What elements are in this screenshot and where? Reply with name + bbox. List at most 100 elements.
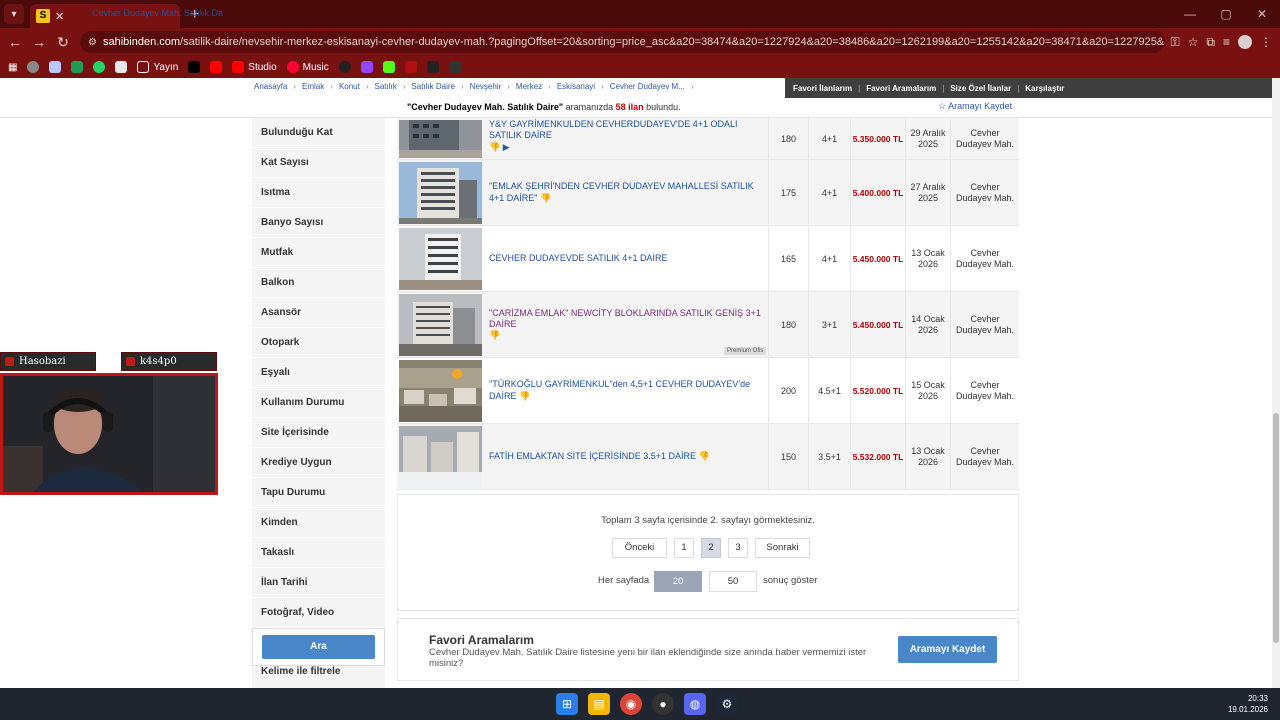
- maximize-icon[interactable]: ▢: [1208, 0, 1244, 28]
- bookmark-twitch-icon[interactable]: [360, 61, 373, 73]
- special-listings-link[interactable]: Size Özel İlanlar: [950, 84, 1011, 93]
- favorite-searches-link[interactable]: Favori Aramalarım: [866, 84, 936, 93]
- forward-icon[interactable]: →: [27, 34, 51, 50]
- scrollbar-thumb[interactable]: [1273, 413, 1279, 643]
- filter-usage-status[interactable]: Kullanım Durumu: [252, 388, 385, 418]
- prev-page-button[interactable]: Önceki: [612, 538, 667, 558]
- back-icon[interactable]: ←: [3, 34, 27, 50]
- listing-title[interactable]: "TÜRKOĞLU GAYRİMENKUL"den 4,5+1 CEVHER D…: [489, 358, 764, 423]
- save-search-link[interactable]: ☆ Aramayı Kaydet: [938, 101, 1012, 112]
- file-explorer-icon[interactable]: ▤: [588, 693, 610, 715]
- reading-list-icon[interactable]: ≡: [1223, 35, 1230, 49]
- address-bar[interactable]: ⚙ sahibinden.com/satilik-daire/nevsehir-…: [80, 31, 1165, 53]
- per-page-20-button[interactable]: 20: [654, 571, 702, 592]
- bookmark-dark-icon[interactable]: [448, 61, 461, 73]
- filter-floor[interactable]: Bulunduğu Kat: [252, 118, 385, 148]
- filter-in-complex[interactable]: Site İçerisinde: [252, 418, 385, 448]
- bookmark-github-icon[interactable]: [338, 61, 351, 73]
- breadcrumb-item[interactable]: Satılık: [375, 82, 397, 91]
- listing-title[interactable]: "EMLAK ŞEHRİ'NDEN CEVHER DUDAYEV MAHALLE…: [489, 160, 764, 225]
- breadcrumb-item[interactable]: Cevher Dudayev M...: [610, 82, 685, 91]
- listing-title[interactable]: Y&Y GAYRİMENKULDEN CEVHERDUDAYEV'DE 4+1 …: [489, 118, 764, 159]
- listing-row[interactable]: FATİH EMLAKTAN SİTE İÇERİSİNDE 3.5+1 DAİ…: [397, 424, 1019, 490]
- steam-icon[interactable]: ⚙: [716, 693, 738, 715]
- listing-photo[interactable]: [399, 360, 482, 422]
- next-page-button[interactable]: Sonraki: [755, 538, 810, 558]
- filter-parking[interactable]: Otopark: [252, 328, 385, 358]
- bookmark-studio[interactable]: Studio: [232, 61, 277, 73]
- bookmark-red-icon[interactable]: [404, 61, 417, 73]
- start-icon[interactable]: ⊞: [556, 693, 578, 715]
- listing-row[interactable]: "CARİZMA EMLAK" NEWCİTY BLOKLARINDA SATI…: [397, 292, 1019, 358]
- listing-row[interactable]: "EMLAK ŞEHRİ'NDEN CEVHER DUDAYEV MAHALLE…: [397, 160, 1019, 226]
- search-button[interactable]: Ara: [262, 635, 375, 659]
- filter-photo-video[interactable]: Fotoğraf, Video: [252, 598, 385, 628]
- minimize-icon[interactable]: —: [1172, 0, 1208, 28]
- tab-search-icon[interactable]: ▾: [4, 4, 24, 24]
- filter-kitchen[interactable]: Mutfak: [252, 238, 385, 268]
- filter-balcony[interactable]: Balkon: [252, 268, 385, 298]
- discord-icon[interactable]: ◍: [684, 693, 706, 715]
- bookmark-youtube-icon[interactable]: [210, 61, 223, 73]
- favorite-listings-link[interactable]: Favori İlanlarım: [793, 84, 852, 93]
- taskbar-clock[interactable]: 20:33 19.01.2026: [1228, 693, 1268, 715]
- breadcrumb-item[interactable]: Anasayfa: [254, 82, 287, 91]
- page-3-button[interactable]: 3: [728, 538, 748, 558]
- bookmark-gemini-icon[interactable]: [49, 61, 62, 73]
- filter-deed-status[interactable]: Tapu Durumu: [252, 478, 385, 508]
- listing-photo[interactable]: [399, 162, 482, 224]
- filter-from-whom[interactable]: Kimden: [252, 508, 385, 538]
- page-scrollbar[interactable]: [1272, 78, 1280, 688]
- chrome-icon[interactable]: ◉: [620, 693, 642, 715]
- compare-link[interactable]: Karşılaştır: [1025, 84, 1064, 93]
- filter-bathroom-count[interactable]: Banyo Sayısı: [252, 208, 385, 238]
- apps-grid-icon[interactable]: ▦: [8, 62, 17, 73]
- listing-row[interactable]: "TÜRKOĞLU GAYRİMENKUL"den 4,5+1 CEVHER D…: [397, 358, 1019, 424]
- bookmark-whatsapp-icon[interactable]: [93, 61, 106, 73]
- profile-avatar[interactable]: [1238, 35, 1252, 49]
- listing-photo[interactable]: [399, 228, 482, 290]
- listing-title[interactable]: CEVHER DUDAYEVDE SATILIK 4+1 DAİRE: [489, 226, 764, 291]
- reload-icon[interactable]: ↻: [51, 34, 75, 51]
- keyword-filter[interactable]: Kelime ile filtrele: [261, 666, 340, 677]
- password-key-icon[interactable]: ⚿: [1171, 35, 1180, 50]
- menu-icon[interactable]: ⋮: [1260, 35, 1272, 49]
- filter-elevator[interactable]: Asansör: [252, 298, 385, 328]
- bookmark-star-icon[interactable]: ☆: [1188, 35, 1199, 49]
- close-tab-icon[interactable]: ✕: [55, 10, 64, 23]
- bookmark-x-icon[interactable]: [188, 61, 201, 73]
- bookmark-cross-icon[interactable]: [426, 61, 439, 73]
- page-2-button[interactable]: 2: [701, 538, 721, 558]
- filter-furnished[interactable]: Eşyalı: [252, 358, 385, 388]
- bookmark-gmail-icon[interactable]: [115, 61, 128, 73]
- filter-credit-eligible[interactable]: Krediye Uygun: [252, 448, 385, 478]
- breadcrumb-item[interactable]: Emlak: [302, 82, 324, 91]
- close-window-icon[interactable]: ✕: [1244, 0, 1280, 28]
- obs-icon[interactable]: ●: [652, 693, 674, 715]
- listing-row[interactable]: CEVHER DUDAYEVDE SATILIK 4+1 DAİRE 165 4…: [397, 226, 1019, 292]
- browser-tab-active[interactable]: S Cevher Dudayev Mah. Satılık Da ✕: [30, 4, 223, 28]
- filter-heating[interactable]: Isıtma: [252, 178, 385, 208]
- bookmark-chrome-icon[interactable]: [27, 61, 40, 73]
- site-info-icon[interactable]: ⚙: [88, 37, 97, 48]
- filter-floor-count[interactable]: Kat Sayısı: [252, 148, 385, 178]
- bookmark-kick-icon[interactable]: [382, 61, 395, 73]
- breadcrumb-item[interactable]: Nevşehir: [470, 82, 502, 91]
- breadcrumb-item[interactable]: Eskisanayi: [557, 82, 595, 91]
- listing-title[interactable]: FATİH EMLAKTAN SİTE İÇERİSİNDE 3.5+1 DAİ…: [489, 424, 764, 489]
- listing-title[interactable]: "CARİZMA EMLAK" NEWCİTY BLOKLARINDA SATI…: [489, 292, 764, 357]
- listing-photo[interactable]: [399, 120, 482, 158]
- filter-listing-date[interactable]: İlan Tarihi: [252, 568, 385, 598]
- save-search-button[interactable]: Aramayı Kaydet: [898, 636, 997, 663]
- extensions-icon[interactable]: ⧉: [1206, 35, 1215, 50]
- bookmark-folder-yayin[interactable]: Yayın: [137, 61, 178, 73]
- bookmark-sheets-icon[interactable]: [71, 61, 84, 73]
- listing-row[interactable]: Y&Y GAYRİMENKULDEN CEVHERDUDAYEV'DE 4+1 …: [397, 118, 1019, 160]
- breadcrumb-item[interactable]: Merkez: [516, 82, 542, 91]
- per-page-50-button[interactable]: 50: [709, 571, 757, 592]
- listing-photo[interactable]: [399, 426, 482, 488]
- bookmark-music[interactable]: Music: [286, 61, 329, 73]
- listing-photo[interactable]: [399, 294, 482, 356]
- breadcrumb-item[interactable]: Konut: [339, 82, 360, 91]
- page-1-button[interactable]: 1: [674, 538, 694, 558]
